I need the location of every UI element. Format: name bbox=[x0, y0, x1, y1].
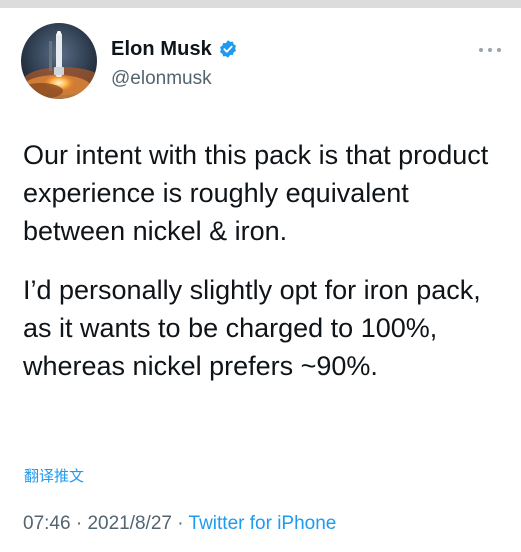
meta-separator: · bbox=[75, 513, 83, 534]
tweet-paragraph-1: Our intent with this pack is that produc… bbox=[23, 140, 489, 246]
top-edge-strip bbox=[0, 0, 521, 8]
display-name[interactable]: Elon Musk bbox=[111, 38, 212, 61]
user-handle[interactable]: @elonmusk bbox=[111, 68, 212, 90]
verified-badge-icon bbox=[218, 39, 238, 59]
tweet-source-link[interactable]: Twitter for iPhone bbox=[189, 513, 337, 534]
avatar[interactable] bbox=[21, 23, 97, 99]
translate-tweet-link[interactable]: 翻译推文 bbox=[24, 465, 84, 486]
tweet-date[interactable]: 2021/8/27 bbox=[87, 513, 172, 534]
tweet-card: Elon Musk @elonmusk Our intent with this… bbox=[0, 8, 521, 552]
tweet-time[interactable]: 07:46 bbox=[23, 513, 71, 534]
author-name-row[interactable]: Elon Musk bbox=[111, 38, 238, 60]
more-options-icon[interactable] bbox=[477, 42, 503, 52]
rocket-launch-avatar-icon bbox=[21, 23, 97, 99]
tweet-metadata: 07:46 · 2021/8/27 · Twitter for iPhone bbox=[23, 513, 336, 535]
meta-separator-2: · bbox=[177, 513, 184, 534]
tweet-paragraph-2: I’d personally slightly opt for iron pac… bbox=[23, 275, 481, 381]
